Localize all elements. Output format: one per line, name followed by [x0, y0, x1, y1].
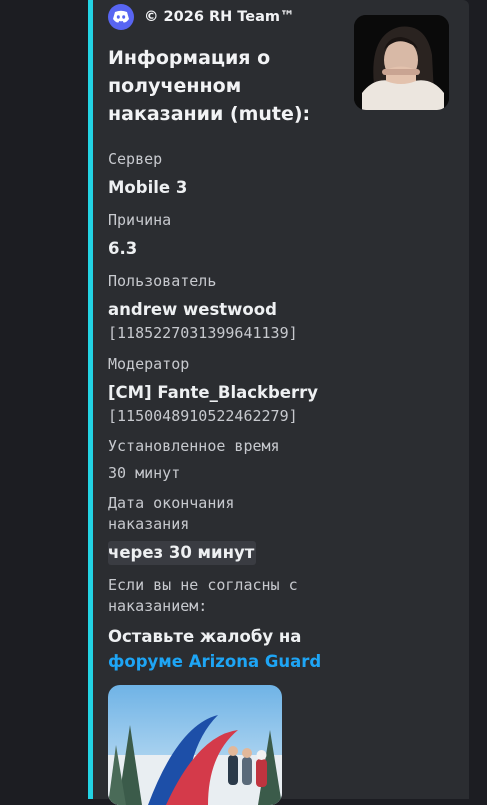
field-duration-value: 30 минут — [108, 464, 181, 482]
field-user-label: Пользователь — [108, 272, 217, 290]
embed-title: Информация о полученном наказании (mute)… — [108, 47, 311, 125]
complaint-link-row: форуме Arizona Guard — [108, 652, 321, 671]
arizona-guard-forum-link[interactable]: форуме Arizona Guard — [108, 652, 321, 671]
disagree-line2: наказанием: — [108, 597, 208, 615]
field-moderator-id: [1150048910522462279] — [108, 407, 298, 425]
chat-gutter — [0, 0, 88, 799]
field-user-id: [1185227031399641139] — [108, 324, 298, 342]
field-server-value: Mobile 3 — [108, 178, 188, 197]
embed-image[interactable] — [108, 685, 282, 805]
field-reason-label: Причина — [108, 211, 172, 229]
field-moderator-name: [CM] Fante_Blackberry — [108, 383, 319, 402]
field-user-name: andrew westwood — [108, 300, 277, 319]
field-end-label-line1: Дата окончания — [108, 494, 235, 512]
field-end-label-line2: наказания — [108, 515, 190, 533]
field-moderator-label: Модератор — [108, 355, 190, 373]
field-reason-value: 6.3 — [108, 239, 138, 258]
discord-logo-icon — [108, 4, 134, 30]
end-value-code: через 30 минут — [108, 541, 257, 565]
field-duration-label: Установленное время — [108, 437, 280, 455]
embed-thumbnail[interactable] — [354, 15, 449, 110]
complaint-text: Оставьте жалобу на — [108, 627, 302, 646]
disagree-line1: Если вы не согласны с — [108, 576, 298, 594]
embed-accent-bar — [88, 0, 93, 799]
author-name[interactable]: © 2026 RH Team™ — [144, 9, 295, 25]
field-server-label: Сервер — [108, 150, 163, 168]
embed-author: © 2026 RH Team™ — [108, 4, 295, 30]
field-end-value: через 30 минут — [108, 541, 257, 565]
